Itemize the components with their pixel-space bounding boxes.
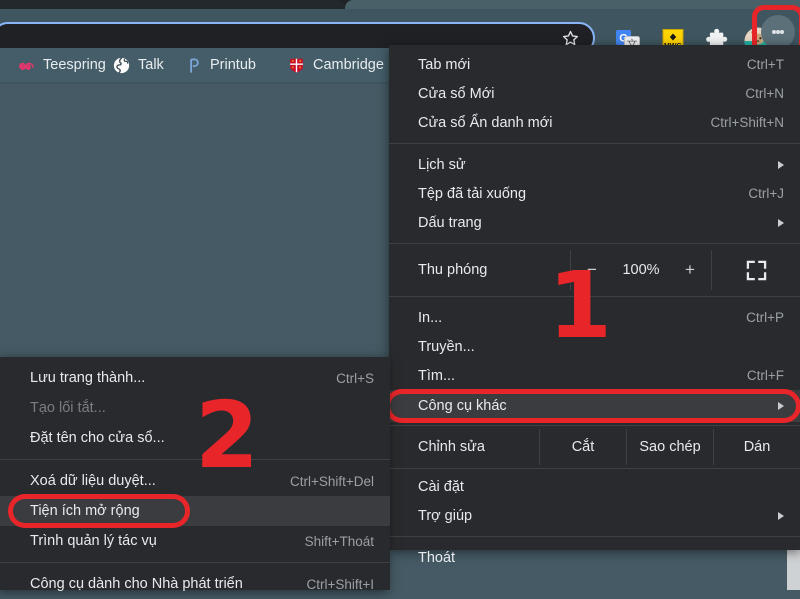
menu-item-label: Dấu trang xyxy=(418,214,482,231)
edit-cut-button[interactable]: Cắt xyxy=(540,429,626,465)
browser-toolbar: G 文 MWG xyxy=(0,5,800,57)
menu-item-label: Tìm... xyxy=(418,367,456,384)
tab-strip-background[interactable] xyxy=(345,0,800,9)
menu-item-label: Công cụ khác xyxy=(418,398,507,414)
printub-icon xyxy=(190,57,199,73)
edit-label: Chỉnh sửa xyxy=(418,439,485,455)
submenu-item-developer-tools[interactable]: Công cụ dành cho Nhà phát triển Ctrl+Shi… xyxy=(0,569,390,599)
bookmark-talk[interactable]: Talk xyxy=(113,55,164,75)
menu-item-shortcut: Ctrl+T xyxy=(746,57,784,72)
teespring-icon xyxy=(18,62,34,70)
annotation-step-1: 1 xyxy=(548,252,612,359)
bookmark-label: Teespring xyxy=(43,57,106,73)
zoom-in-button[interactable]: + xyxy=(669,260,711,280)
submenu-item-shortcut: Ctrl+S xyxy=(336,370,374,386)
menu-item-label: Tệp đã tải xuống xyxy=(418,185,527,202)
bookmark-cambridge[interactable]: Cambridge xyxy=(288,55,384,75)
menu-item-exit[interactable]: Thoát xyxy=(389,543,800,572)
menu-item-label: Cửa sổ Mới xyxy=(418,85,495,102)
menu-item-help[interactable]: Trợ giúp xyxy=(389,501,800,530)
menu-item-shortcut: Ctrl+N xyxy=(745,86,784,101)
cambridge-shield-icon xyxy=(290,58,303,73)
menu-item-label: Tab mới xyxy=(418,56,471,73)
menu-item-shortcut: Ctrl+J xyxy=(748,186,784,201)
submenu-item-label: Trình quản lý tác vụ xyxy=(30,533,157,549)
submenu-separator xyxy=(0,562,390,563)
submenu-item-shortcut: Shift+Thoát xyxy=(304,533,374,549)
fullscreen-button[interactable] xyxy=(712,250,800,290)
menu-item-shortcut: Ctrl+P xyxy=(746,310,784,325)
menu-item-bookmarks[interactable]: Dấu trang xyxy=(389,208,800,237)
menu-item-label: Cài đặt xyxy=(418,478,464,495)
menu-item-shortcut: Ctrl+F xyxy=(746,368,784,383)
zoom-level-value: 100% xyxy=(622,262,660,278)
submenu-item-extensions[interactable]: Tiện ích mở rộng xyxy=(0,494,390,528)
tab-strip xyxy=(0,0,800,9)
zoom-label: Thu phóng xyxy=(418,262,488,278)
menu-item-shortcut: Ctrl+Shift+N xyxy=(710,115,784,130)
submenu-item-label: Tiện ích mở rộng xyxy=(30,503,140,519)
menu-separator xyxy=(389,468,800,469)
chevron-right-icon xyxy=(778,402,784,410)
menu-item-new-window[interactable]: Cửa sổ Mới Ctrl+N xyxy=(389,79,800,108)
menu-separator xyxy=(389,425,800,426)
chevron-right-icon xyxy=(778,511,784,520)
talk-globe-icon xyxy=(113,57,130,73)
bookmark-label: Printub xyxy=(210,57,256,73)
menu-item-label: Cửa sổ Ẩn danh mới xyxy=(418,114,553,131)
annotation-step-2: 2 xyxy=(195,382,259,489)
menu-item-label: Thoát xyxy=(418,549,456,566)
menu-item-label: Trợ giúp xyxy=(418,507,473,524)
submenu-item-label: Lưu trang thành... xyxy=(30,370,146,386)
submenu-item-shortcut: Ctrl+Shift+I xyxy=(306,576,374,592)
menu-separator xyxy=(389,143,800,144)
edit-paste-button[interactable]: Dán xyxy=(714,429,800,465)
chevron-right-icon xyxy=(778,218,784,227)
bookmark-label: Talk xyxy=(138,57,164,73)
browser-chrome: G 文 MWG xyxy=(0,0,800,57)
menu-item-new-tab[interactable]: Tab mới Ctrl+T xyxy=(389,50,800,79)
active-tab[interactable] xyxy=(0,0,345,9)
bookmark-label: Cambridge xyxy=(313,57,384,73)
chevron-right-icon xyxy=(778,160,784,169)
menu-item-history[interactable]: Lịch sử xyxy=(389,150,800,179)
menu-item-label: Lịch sử xyxy=(418,156,466,173)
menu-item-downloads[interactable]: Tệp đã tải xuống Ctrl+J xyxy=(389,179,800,208)
menu-separator xyxy=(389,243,800,244)
submenu-item-task-manager[interactable]: Trình quản lý tác vụ Shift+Thoát xyxy=(0,526,390,556)
menu-item-find[interactable]: Tìm... Ctrl+F xyxy=(389,361,800,390)
bookmark-printub[interactable]: Printub xyxy=(185,55,256,75)
menu-separator xyxy=(389,536,800,537)
fullscreen-icon xyxy=(746,260,766,280)
edit-copy-button[interactable]: Sao chép xyxy=(627,429,713,465)
menu-edit-row: Chỉnh sửa Cắt Sao chép Dán xyxy=(389,429,800,465)
submenu-item-shortcut: Ctrl+Shift+Del xyxy=(289,473,374,489)
menu-item-more-tools[interactable]: Công cụ khác xyxy=(385,389,800,423)
menu-item-new-incognito-window[interactable]: Cửa sổ Ẩn danh mới Ctrl+Shift+N xyxy=(389,108,800,137)
bookmark-teespring[interactable]: Teespring xyxy=(18,55,106,75)
menu-item-settings[interactable]: Cài đặt xyxy=(389,472,800,501)
